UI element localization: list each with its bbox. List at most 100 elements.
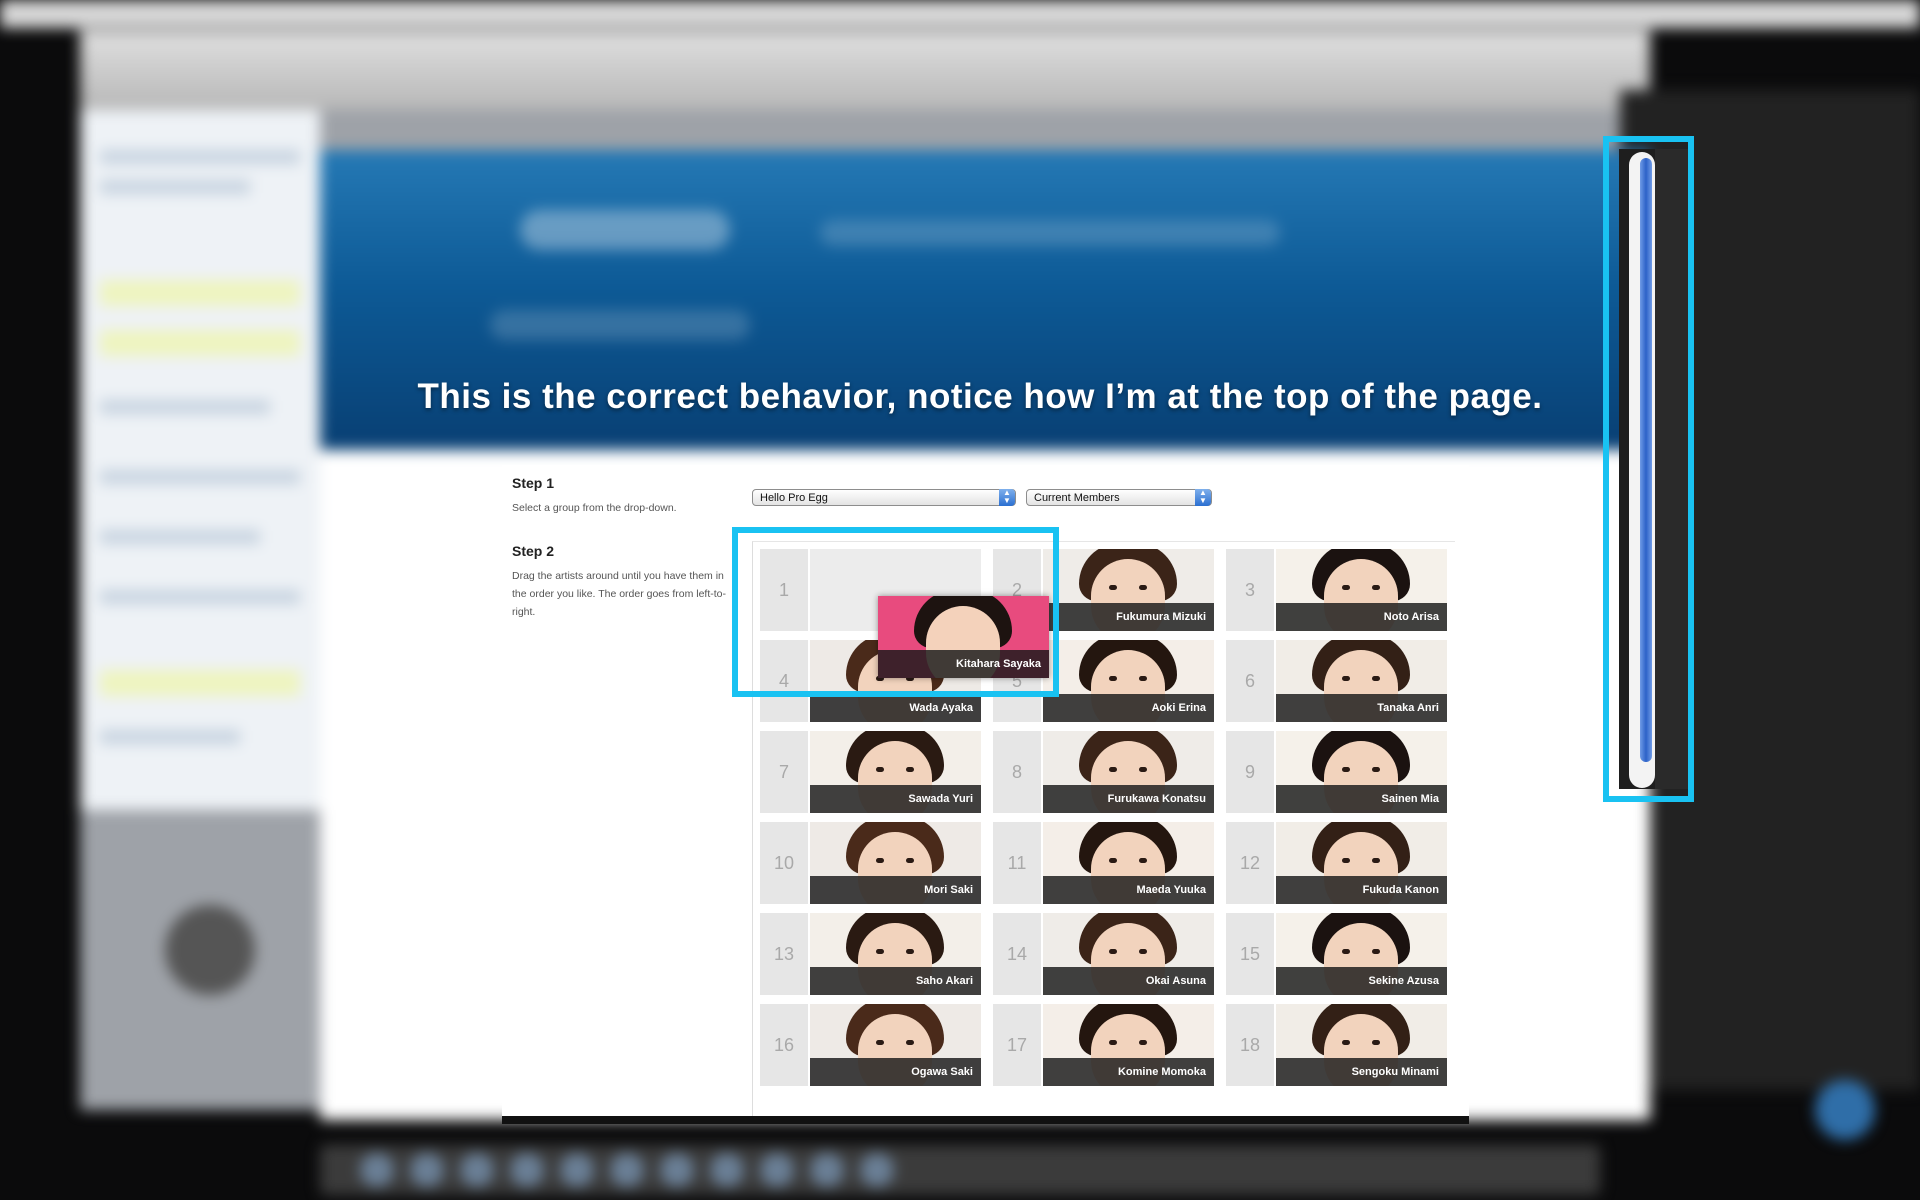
step-1-text: Select a group from the drop-down. [512, 502, 677, 514]
artist-slot[interactable]: 6 Tanaka Anri [1219, 633, 1450, 722]
artist-slot[interactable]: 11 Maeda Yuuka [986, 815, 1217, 904]
slot-number: 8 [993, 731, 1041, 813]
artist-name-label: Sawada Yuri [810, 785, 981, 813]
artist-photo-eye [1109, 585, 1117, 590]
browser-toolbar [80, 30, 1650, 110]
group-select[interactable]: Hello Pro Egg ▲ ▼ [752, 489, 1016, 506]
artist-photo-eye [876, 1040, 884, 1045]
slot-number: 14 [993, 913, 1041, 995]
artist-photo-eye [1372, 767, 1380, 772]
artist-card[interactable]: Maeda Yuuka [1043, 822, 1214, 904]
step-1-title: Step 1 [512, 475, 555, 491]
artist-name-label: Fukumura Mizuki [1043, 603, 1214, 631]
artist-photo-eye [906, 858, 914, 863]
artist-card[interactable]: Saho Akari [810, 913, 981, 995]
app-icon [1815, 1080, 1875, 1140]
artist-photo-eye [876, 949, 884, 954]
artist-slot[interactable]: 10 Mori Saki [753, 815, 984, 904]
artist-photo-eye [1139, 949, 1147, 954]
artist-name-label: Sengoku Minami [1276, 1058, 1447, 1086]
artist-slot[interactable]: 17 Komine Momoka [986, 997, 1217, 1086]
slot-number: 11 [993, 822, 1041, 904]
bookmarks-sidebar [80, 110, 320, 810]
artist-name-label: Sekine Azusa [1276, 967, 1447, 995]
artist-name-label: Komine Momoka [1043, 1058, 1214, 1086]
group-select-value: Hello Pro Egg [760, 492, 828, 504]
step-2-title: Step 2 [512, 543, 555, 559]
artist-photo-eye [1109, 676, 1117, 681]
members-select[interactable]: Current Members ▲ ▼ [1026, 489, 1212, 506]
artist-photo-eye [1342, 767, 1350, 772]
artist-slot[interactable]: 8 Furukawa Konatsu [986, 724, 1217, 813]
artist-photo-eye [1372, 676, 1380, 681]
artist-photo-eye [1342, 676, 1350, 681]
artist-card[interactable]: Sekine Azusa [1276, 913, 1447, 995]
artist-slot[interactable]: 3 Noto Arisa [1219, 542, 1450, 631]
artist-slot[interactable]: 15 Sekine Azusa [1219, 906, 1450, 995]
artist-slot[interactable]: 12 Fukuda Kanon [1219, 815, 1450, 904]
artist-card[interactable]: Sainen Mia [1276, 731, 1447, 813]
artist-slot[interactable]: 13 Saho Akari [753, 906, 984, 995]
artist-photo-eye [1139, 858, 1147, 863]
artist-name-label: Ogawa Saki [810, 1058, 981, 1086]
artist-photo-eye [1109, 767, 1117, 772]
artist-photo-eye [876, 767, 884, 772]
artist-photo-eye [1372, 1040, 1380, 1045]
artist-photo-eye [1342, 1040, 1350, 1045]
artist-name-label: Mori Saki [810, 876, 981, 904]
step-2-text: Drag the artists around until you have t… [512, 570, 726, 618]
dock [320, 1145, 1600, 1195]
artist-card[interactable]: Ogawa Saki [810, 1004, 981, 1086]
artist-slot[interactable]: 18 Sengoku Minami [1219, 997, 1450, 1086]
artist-photo-eye [1372, 858, 1380, 863]
artist-photo-eye [1109, 1040, 1117, 1045]
artist-name-label: Furukawa Konatsu [1043, 785, 1214, 813]
artist-photo-eye [1139, 1040, 1147, 1045]
artist-card[interactable]: Furukawa Konatsu [1043, 731, 1214, 813]
artist-photo-eye [1139, 585, 1147, 590]
artist-photo-eye [1342, 949, 1350, 954]
panel-bottom-edge [502, 1116, 1469, 1124]
artist-card[interactable]: Aoki Erina [1043, 640, 1214, 722]
artist-slot[interactable]: 14 Okai Asuna [986, 906, 1217, 995]
artist-photo-eye [1372, 949, 1380, 954]
scrollbar-highlight-box [1603, 136, 1694, 802]
artist-photo-eye [1109, 949, 1117, 954]
select-arrows-icon: ▲ ▼ [999, 489, 1015, 506]
artist-name-label: Okai Asuna [1043, 967, 1214, 995]
artist-photo-eye [1342, 858, 1350, 863]
artist-card[interactable]: Noto Arisa [1276, 549, 1447, 631]
artist-slot[interactable]: 9 Sainen Mia [1219, 724, 1450, 813]
artist-card[interactable]: Sengoku Minami [1276, 1004, 1447, 1086]
artist-name-label: Wada Ayaka [810, 694, 981, 722]
artist-photo-eye [1139, 676, 1147, 681]
artist-name-label: Sainen Mia [1276, 785, 1447, 813]
slot-number: 12 [1226, 822, 1274, 904]
step-2: Step 2 Drag the artists around until you… [512, 543, 732, 621]
artist-card[interactable]: Fukuda Kanon [1276, 822, 1447, 904]
artist-card[interactable]: Sawada Yuri [810, 731, 981, 813]
menu-bar [0, 0, 1920, 28]
slot-number: 18 [1226, 1004, 1274, 1086]
artist-photo-eye [1372, 585, 1380, 590]
members-select-value: Current Members [1034, 492, 1120, 504]
artist-name-label: Saho Akari [810, 967, 981, 995]
artist-slot[interactable]: 16 Ogawa Saki [753, 997, 984, 1086]
user-icon [165, 905, 255, 995]
artist-photo-eye [906, 767, 914, 772]
artist-card[interactable]: Komine Momoka [1043, 1004, 1214, 1086]
artist-name-label: Tanaka Anri [1276, 694, 1447, 722]
artist-slot[interactable]: 7 Sawada Yuri [753, 724, 984, 813]
artist-name-label: Maeda Yuuka [1043, 876, 1214, 904]
drag-highlight-box [732, 527, 1059, 697]
artist-card[interactable]: Mori Saki [810, 822, 981, 904]
slot-number: 10 [760, 822, 808, 904]
artist-name-label: Noto Arisa [1276, 603, 1447, 631]
slot-number: 3 [1226, 549, 1274, 631]
artist-photo-eye [876, 858, 884, 863]
artist-card[interactable]: Tanaka Anri [1276, 640, 1447, 722]
artist-photo-eye [906, 1040, 914, 1045]
artist-name-label: Aoki Erina [1043, 694, 1214, 722]
artist-card[interactable]: Okai Asuna [1043, 913, 1214, 995]
artist-card[interactable]: Fukumura Mizuki [1043, 549, 1214, 631]
